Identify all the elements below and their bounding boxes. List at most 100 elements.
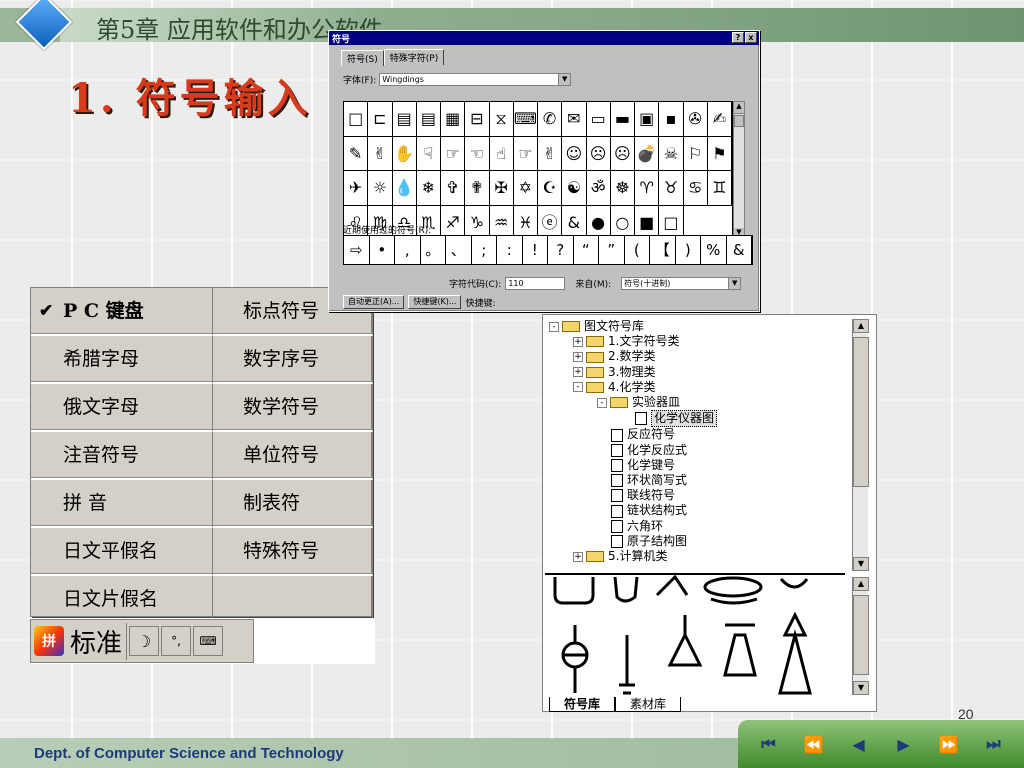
symbol-cell[interactable]: ♋	[683, 171, 708, 206]
font-select[interactable]: Wingdings ▼	[379, 73, 572, 86]
moon-icon[interactable]: ☽	[129, 626, 160, 656]
symbol-cell[interactable]: ▤	[416, 102, 441, 137]
tree-node[interactable]: 化学反应式	[549, 443, 843, 458]
symbol-cell[interactable]: ♉	[659, 171, 684, 206]
keyboard-icon[interactable]: ⌨	[193, 626, 224, 656]
tree-node[interactable]: 化学仪器图	[549, 410, 843, 428]
symbol-cell[interactable]: 💣	[635, 136, 660, 171]
scroll-thumb[interactable]	[853, 337, 869, 487]
symbol-cell[interactable]: ☞	[441, 136, 466, 171]
recent-symbol-cell[interactable]: :	[497, 236, 523, 264]
rewind-icon[interactable]: ⏪	[799, 735, 829, 754]
tree-node[interactable]: +5.计算机类	[549, 549, 843, 564]
symbol-cell[interactable]: ☹	[586, 136, 611, 171]
symbol-cell[interactable]: ✎	[344, 136, 369, 171]
next-icon[interactable]: ▶	[889, 735, 919, 754]
symbol-cell[interactable]: ✉	[562, 102, 587, 137]
symbol-cell[interactable]: ✠	[489, 171, 514, 206]
symbol-cell[interactable]: ☠	[659, 136, 684, 171]
symbol-cell[interactable]: ॐ	[586, 171, 611, 206]
recent-symbol-cell[interactable]: %	[701, 236, 727, 264]
tree-node[interactable]: 原子结构图	[549, 534, 843, 549]
recent-symbol-cell[interactable]: ,	[395, 236, 421, 264]
from-select[interactable]: 符号(十进制) ▼	[621, 277, 742, 290]
symbol-cell[interactable]: ☞	[513, 136, 538, 171]
symbol-cell[interactable]: ☺	[562, 136, 587, 171]
tree-node[interactable]: - 图文符号库	[549, 319, 843, 334]
symbol-cell[interactable]: ✋	[392, 136, 417, 171]
symbol-cell[interactable]: ☝	[489, 136, 514, 171]
menu-item-pc-keyboard[interactable]: ✔ P C 键盘	[31, 288, 213, 336]
collapse-icon[interactable]: -	[549, 321, 559, 332]
scroll-up-icon[interactable]: ▲	[853, 577, 869, 591]
expand-icon[interactable]: +	[573, 352, 583, 362]
tree-node[interactable]: - 实验器皿	[549, 395, 843, 410]
recent-symbol-cell[interactable]: ⇨	[344, 236, 370, 264]
symbol-cell[interactable]: ⚐	[683, 136, 708, 171]
last-slide-icon[interactable]: ⏭	[979, 734, 1009, 754]
scroll-down-icon[interactable]: ▼	[853, 681, 869, 695]
symbol-cell[interactable]: ☟	[416, 136, 441, 171]
menu-item-hiragana[interactable]: 日文平假名	[31, 528, 213, 576]
preview-scrollbar[interactable]: ▲ ▼	[852, 577, 869, 695]
menu-item-tab-chars[interactable]: 制表符	[213, 480, 373, 528]
collapse-icon[interactable]: -	[597, 397, 607, 408]
tab-material-library[interactable]: 素材库	[615, 697, 682, 712]
tree-scrollbar[interactable]: ▲ ▼	[852, 319, 869, 571]
expand-icon[interactable]: +	[573, 551, 583, 562]
symbol-cell[interactable]: ⚑	[707, 136, 732, 171]
symbol-cell[interactable]: ☸	[610, 171, 635, 206]
tree-node[interactable]: - 4.化学类	[549, 380, 843, 395]
collapse-icon[interactable]: -	[573, 382, 583, 393]
symbol-cell[interactable]: ✌	[538, 136, 563, 171]
tree-node[interactable]: +3.物理类	[549, 365, 843, 380]
recent-symbol-cell[interactable]: ?	[548, 236, 574, 264]
symbol-cell[interactable]: ✆	[538, 102, 563, 137]
symbol-cell[interactable]: ⊏	[368, 102, 393, 137]
symbol-cell[interactable]: ▦	[441, 102, 466, 137]
help-button[interactable]: ?	[732, 32, 744, 43]
symbol-cell[interactable]: ⧖	[489, 102, 514, 137]
tab-special-chars[interactable]: 特殊字符(P)	[383, 49, 445, 65]
symbol-cell[interactable]: ✇	[683, 102, 708, 137]
symbol-cell[interactable]: ▣	[635, 102, 660, 137]
scroll-up-icon[interactable]: ▲	[734, 102, 744, 114]
scroll-thumb[interactable]	[853, 595, 869, 675]
ime-mode-label[interactable]: 标准	[66, 622, 128, 660]
symbol-cell[interactable]: ✞	[441, 171, 466, 206]
autocorrect-button[interactable]: 自动更正(A)...	[343, 295, 405, 309]
symbol-cell[interactable]: ♊	[707, 171, 732, 206]
tree-node[interactable]: 反应符号	[549, 427, 843, 442]
first-slide-icon[interactable]: ⏮	[754, 734, 784, 754]
menu-item-number-sequence[interactable]: 数字序号	[213, 336, 373, 384]
scroll-thumb[interactable]	[734, 115, 744, 127]
tab-symbol-library[interactable]: 符号库	[549, 697, 616, 712]
menu-item-greek[interactable]: 希腊字母	[31, 336, 213, 384]
menu-item-russian[interactable]: 俄文字母	[31, 384, 213, 432]
tree-node[interactable]: +2.数学类	[549, 349, 843, 364]
fast-forward-icon[interactable]: ⏩	[934, 735, 964, 754]
symbol-cell[interactable]: ✌	[368, 136, 393, 171]
recent-symbol-cell[interactable]: &	[727, 236, 752, 264]
punct-icon[interactable]: °,	[161, 626, 192, 656]
symbol-cell[interactable]: ☜	[465, 136, 490, 171]
tab-symbols[interactable]: 符号(S)	[341, 50, 384, 66]
recent-symbol-cell[interactable]: ;	[472, 236, 497, 264]
symbol-cell[interactable]: ✈	[344, 171, 369, 206]
expand-icon[interactable]: +	[573, 336, 583, 347]
symbol-cell[interactable]: ✟	[465, 171, 490, 206]
tree-node[interactable]: 六角环	[549, 519, 843, 534]
menu-item-math-symbols[interactable]: 数学符号	[213, 384, 373, 432]
symbol-cell[interactable]: ♈	[635, 171, 660, 206]
menu-item-special-symbols[interactable]: 特殊符号	[213, 528, 373, 576]
symbol-cell[interactable]: ☪	[538, 171, 563, 206]
tree-node[interactable]: +1.文字符号类	[549, 334, 843, 349]
menu-item-unit-symbols[interactable]: 单位符号	[213, 432, 373, 480]
symbol-cell[interactable]: ▬	[610, 102, 635, 137]
recent-symbol-cell[interactable]: “	[574, 236, 599, 264]
symbol-cell[interactable]: ▤	[392, 102, 417, 137]
close-button[interactable]: x	[745, 32, 757, 43]
recent-symbol-cell[interactable]: ”	[599, 236, 625, 264]
recent-symbol-cell[interactable]: •	[370, 236, 395, 264]
recent-symbol-cell[interactable]: 【	[650, 236, 676, 264]
